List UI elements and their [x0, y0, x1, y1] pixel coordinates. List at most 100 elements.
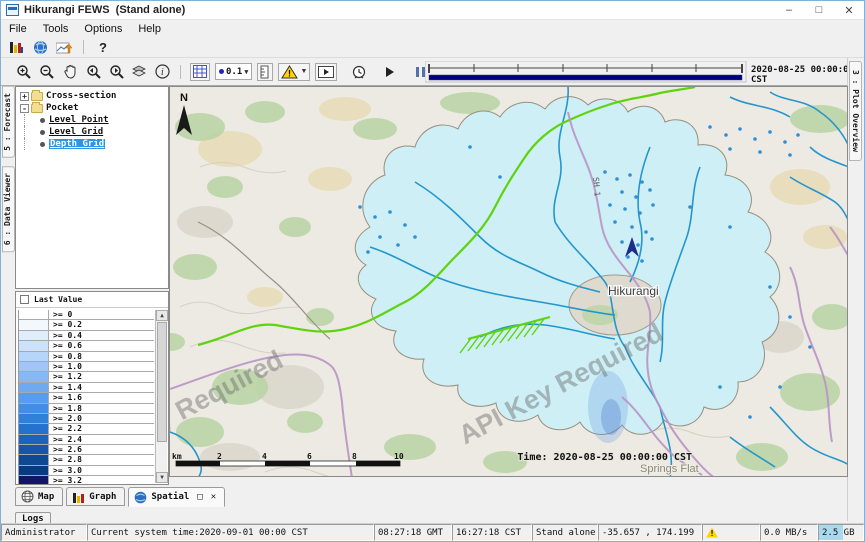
zoom-next-icon[interactable]	[107, 64, 125, 80]
legend-entry[interactable]: >= 1.6	[19, 393, 154, 403]
tree-node-label[interactable]: Level Grid	[49, 127, 103, 137]
legend-entry[interactable]: >= 0.6	[19, 341, 154, 351]
play-button[interactable]	[381, 64, 399, 80]
legend-entry[interactable]: >= 2.8	[19, 455, 154, 465]
legend-entry[interactable]: >= 3.0	[19, 466, 154, 476]
tree-node-level-point[interactable]: Level Point	[18, 114, 168, 126]
tab-spatial-label: Spatial	[151, 492, 189, 502]
zoom-out-icon[interactable]	[38, 64, 56, 80]
tab-maximize-icon[interactable]: □	[197, 492, 202, 502]
tree-node-pocket[interactable]: - Pocket	[18, 102, 168, 114]
timeseries-display-icon[interactable]	[55, 39, 73, 55]
menu-help[interactable]: Help	[130, 22, 169, 36]
tree-node-depth-grid[interactable]: Depth Grid	[18, 138, 168, 150]
expand-icon[interactable]: +	[20, 92, 29, 101]
help-icon[interactable]: ?	[94, 39, 112, 55]
tree-node-label[interactable]: Level Point	[49, 115, 109, 125]
legend-color-swatch	[19, 320, 49, 329]
legend-entry[interactable]: >= 0.2	[19, 320, 154, 330]
tab-graph[interactable]: Graph	[66, 487, 125, 506]
tab-close-icon[interactable]: ✕	[211, 492, 216, 502]
rain-shade-core	[601, 399, 621, 435]
legend-entry[interactable]: >= 1.0	[19, 362, 154, 372]
legend-entry[interactable]: >= 0.4	[19, 331, 154, 341]
timeline-slider[interactable]	[425, 61, 747, 83]
warning-dropdown[interactable]: ! ▼	[278, 63, 310, 81]
layers-icon[interactable]	[130, 64, 148, 80]
warning-icon	[706, 528, 718, 538]
animation-button[interactable]	[315, 63, 337, 81]
legend-entry[interactable]: >= 1.4	[19, 383, 154, 393]
svg-text:N: N	[180, 92, 188, 104]
node-bullet-icon	[40, 130, 45, 135]
legend-scrollbar[interactable]: ▲ ▼	[155, 310, 167, 483]
menu-tools[interactable]: Tools	[35, 22, 77, 36]
tab-plot-overview[interactable]: 3 : Plot Overview	[849, 61, 862, 161]
legend-entry[interactable]: >= 3.2	[19, 476, 154, 485]
minimize-button[interactable]: –	[774, 1, 804, 19]
menu-options[interactable]: Options	[76, 22, 130, 36]
legend-color-swatch	[19, 476, 49, 485]
last-value-checkbox[interactable]	[20, 295, 29, 304]
ruler-button[interactable]	[257, 63, 273, 81]
last-value-label: Last Value	[34, 295, 82, 304]
legend-entry-label: >= 0.2	[49, 320, 82, 329]
status-download-speed: 0.0 MB/s	[760, 524, 818, 541]
tree-node-level-grid[interactable]: Level Grid	[18, 126, 168, 138]
tree-node-label[interactable]: Pocket	[46, 103, 79, 113]
legend-entry[interactable]: >= 2.0	[19, 414, 154, 424]
scroll-down-icon[interactable]: ▼	[156, 472, 168, 483]
legend-color-swatch	[19, 445, 49, 454]
status-mode: Stand alone	[532, 524, 598, 541]
legend-entry-label: >= 0.4	[49, 331, 82, 340]
legend-entry[interactable]: >= 2.2	[19, 424, 154, 434]
status-gmt-time: 08:27:18 GMT	[374, 524, 452, 541]
legend-entry[interactable]: >= 1.2	[19, 372, 154, 382]
tab-map[interactable]: Map	[15, 487, 63, 506]
legend-color-swatch	[19, 331, 49, 340]
legend-entry[interactable]: >= 0	[19, 310, 154, 320]
legend-color-swatch	[19, 466, 49, 475]
tree-connector	[24, 138, 38, 150]
tree-node-label[interactable]: Cross-section	[46, 91, 116, 101]
legend-panel: Last Value >= 0 >= 0.2 >= 0.4 >= 0.6 >= …	[15, 291, 169, 485]
node-bullet-icon	[40, 142, 45, 147]
legend-entry-label: >= 3.2	[49, 476, 82, 485]
info-icon[interactable]: i	[153, 64, 171, 80]
tree-node-cross-section[interactable]: + Cross-section	[18, 90, 168, 102]
menu-bar: File Tools Options Help	[1, 20, 864, 37]
status-coordinates: -35.657 , 174.199	[598, 524, 702, 541]
tab-forecast[interactable]: 5 : Forecast	[2, 86, 15, 158]
folder-icon	[31, 104, 43, 113]
tree-connector	[24, 114, 38, 126]
clock-button[interactable]	[350, 64, 368, 80]
menu-file[interactable]: File	[1, 22, 35, 36]
database-icon[interactable]	[7, 39, 25, 55]
scale-dropdown[interactable]: 0.1 ▼	[215, 63, 252, 80]
svg-text:km: km	[172, 452, 182, 461]
pan-icon[interactable]	[61, 64, 79, 80]
collapse-icon[interactable]: -	[20, 104, 29, 113]
svg-text:10: 10	[394, 452, 404, 461]
tab-spatial[interactable]: Spatial □ ✕	[128, 487, 225, 507]
status-memory[interactable]: 2.5 GB	[818, 524, 864, 541]
map-viewport[interactable]: API Key Required API Key Required SH 1 H…	[169, 86, 848, 477]
zoom-previous-icon[interactable]	[84, 64, 102, 80]
legend-color-swatch	[19, 393, 49, 402]
zoom-in-icon[interactable]	[15, 64, 33, 80]
legend-entry[interactable]: >= 2.4	[19, 435, 154, 445]
scrollbar-thumb[interactable]	[157, 322, 167, 442]
map-display-icon[interactable]	[31, 39, 49, 55]
status-warning-cell[interactable]	[702, 524, 760, 541]
legend-entry[interactable]: >= 1.8	[19, 404, 154, 414]
grid-button[interactable]	[190, 63, 210, 81]
tree-node-label-selected[interactable]: Depth Grid	[49, 139, 105, 149]
scroll-up-icon[interactable]: ▲	[156, 310, 168, 321]
legend-entry[interactable]: >= 2.6	[19, 445, 154, 455]
main-toolbar: ?	[1, 37, 864, 58]
close-button[interactable]: ✕	[834, 1, 864, 19]
map-toolbar: i 0.1 ▼ ! ▼	[1, 58, 864, 86]
maximize-button[interactable]: □	[804, 1, 834, 19]
legend-entry[interactable]: >= 0.8	[19, 352, 154, 362]
tab-data-viewer[interactable]: 6 : Data Viewer	[2, 166, 15, 252]
